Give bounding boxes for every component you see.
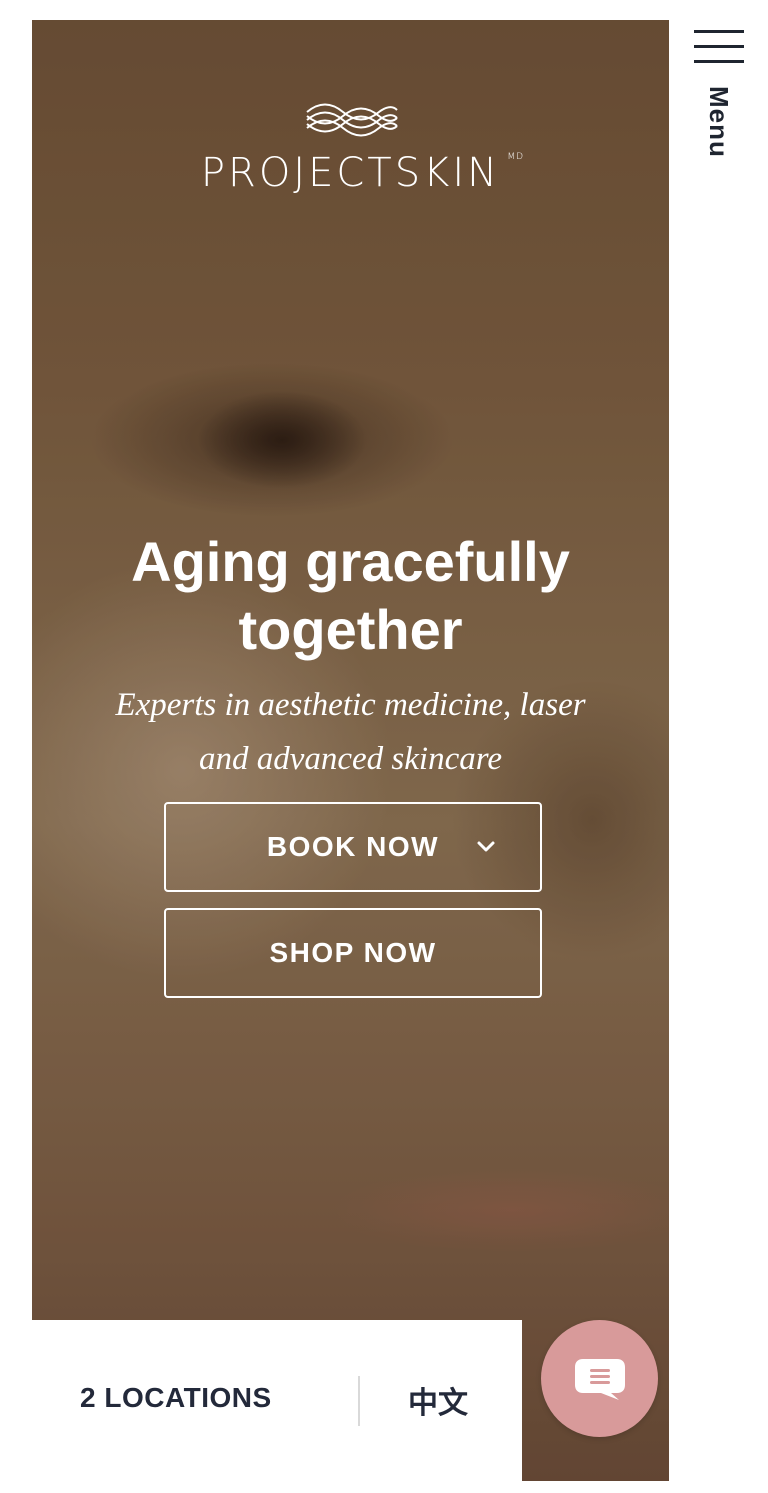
woven-lattice-logo-icon bbox=[305, 103, 398, 137]
hero-subheadline-line-2: and advanced skincare bbox=[198, 741, 502, 777]
bottom-bar-divider bbox=[358, 1376, 360, 1426]
language-switch-link[interactable]: 中文 bbox=[408, 1378, 468, 1422]
hero-headline-line-1: Aging gracefully bbox=[131, 530, 570, 593]
locations-link[interactable]: 2 LOCATIONS bbox=[80, 1382, 272, 1414]
shop-now-button[interactable]: SHOP NOW bbox=[164, 908, 542, 998]
bottom-bar: 2 LOCATIONS 中文 bbox=[32, 1320, 522, 1493]
menu-toggle[interactable]: Menu bbox=[690, 24, 750, 184]
chat-button[interactable] bbox=[541, 1320, 658, 1437]
chat-bubble-icon bbox=[574, 1358, 625, 1400]
logo-superscript: MD bbox=[507, 152, 525, 162]
hero-headline-line-2: together bbox=[238, 598, 463, 661]
book-now-button[interactable]: BOOK NOW bbox=[164, 802, 542, 892]
menu-label: Menu bbox=[704, 86, 734, 158]
shop-now-label: SHOP NOW bbox=[269, 937, 437, 968]
hamburger-icon bbox=[694, 30, 744, 64]
chevron-down-icon bbox=[477, 841, 495, 852]
hero-section: PROJECTSKIN MD Aging gracefully together … bbox=[32, 20, 669, 1481]
logo-wordmark-text: PROJECTSKIN bbox=[200, 150, 501, 196]
hero-headline: Aging gracefully together bbox=[32, 528, 669, 664]
brand-logo[interactable]: PROJECTSKIN MD bbox=[32, 102, 669, 196]
book-now-label: BOOK NOW bbox=[266, 831, 440, 862]
page: PROJECTSKIN MD Aging gracefully together … bbox=[0, 0, 768, 1493]
hero-subheadline-line-1: Experts in aesthetic medicine, laser bbox=[115, 687, 586, 723]
logo-wordmark: PROJECTSKIN MD bbox=[200, 150, 523, 196]
hero-subheadline: Experts in aesthetic medicine, laser and… bbox=[72, 678, 629, 786]
